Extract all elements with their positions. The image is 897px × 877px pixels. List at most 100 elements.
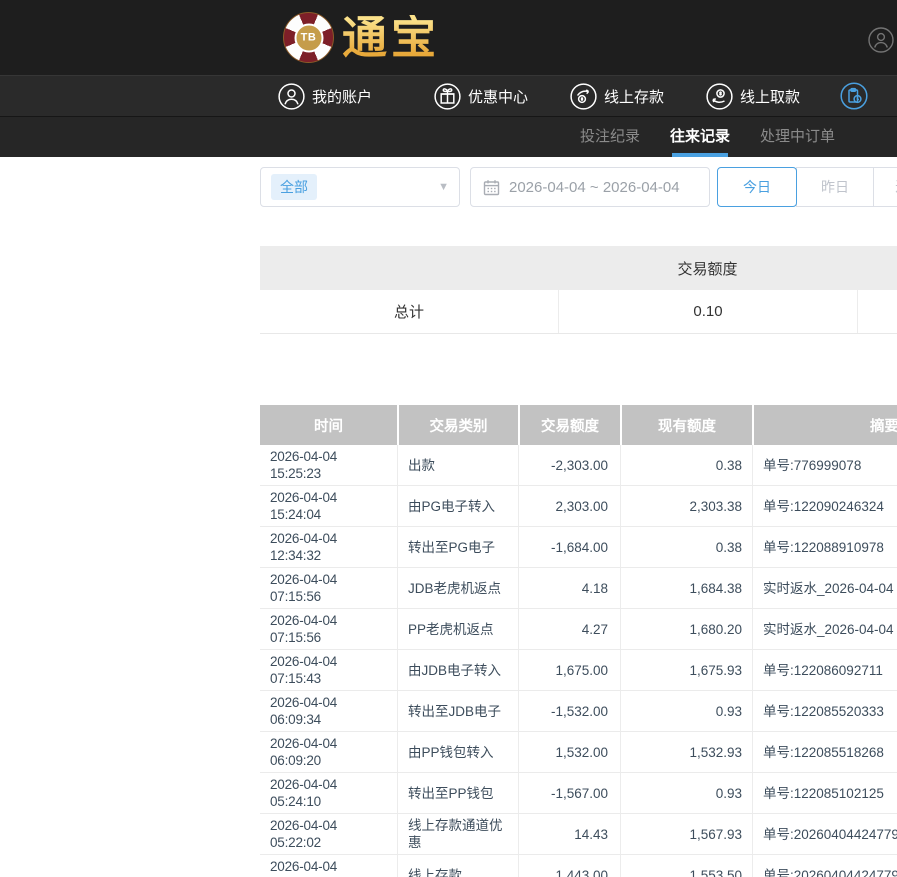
- cell-time: 2026-04-04 07:15:56: [260, 609, 397, 649]
- tab-label: 投注纪录: [580, 128, 640, 145]
- nav-item-online-deposit[interactable]: 线上存款: [570, 83, 664, 110]
- user-account-icon[interactable]: [868, 27, 894, 53]
- brand-logo[interactable]: TB 通宝: [283, 12, 440, 63]
- cell-type: PP老虎机返点: [397, 609, 518, 649]
- cell-summary: 单号:122090246324: [752, 486, 897, 526]
- cell-summary: 单号:122088910978: [752, 527, 897, 567]
- hand-coin-deposit-icon: [570, 83, 597, 110]
- cell-balance: 1,553.50: [620, 855, 752, 877]
- cell-summary: 单号:202604044247797: [752, 855, 897, 877]
- table-row: 2026-04-04 05:22:02 线上存款通道优惠 14.43 1,567…: [260, 814, 897, 855]
- cell-time: 2026-04-04 06:09:20: [260, 732, 397, 772]
- cell-amount: 1,675.00: [518, 650, 620, 690]
- cell-balance: 1,684.38: [620, 568, 752, 608]
- nav-item-my-account[interactable]: 我的账户: [278, 83, 372, 110]
- summary-total-amount: 0.10: [558, 290, 857, 333]
- cell-summary: 单号:122085518268: [752, 732, 897, 772]
- nav-item-label: 线上取款: [740, 86, 800, 107]
- cell-amount: 2,303.00: [518, 486, 620, 526]
- table-row: 2026-04-04 06:09:34 转出至JDB电子 -1,532.00 0…: [260, 691, 897, 732]
- table-header-row: 时间 交易类别 交易额度 现有额度 摘要: [260, 405, 897, 445]
- summary-total-extra: [857, 290, 897, 333]
- gift-icon: [434, 83, 461, 110]
- table-row: 2026-04-04 06:09:20 由PP钱包转入 1,532.00 1,5…: [260, 732, 897, 773]
- transactions-table: 时间 交易类别 交易额度 现有额度 摘要 2026-04-04 15:25:23…: [260, 405, 897, 877]
- summary-header-amount: 交易额度: [558, 246, 857, 290]
- cell-summary: 实时返水_2026-04-04: [752, 568, 897, 608]
- header-time: 时间: [260, 405, 397, 445]
- tab-betting-records[interactable]: 投注纪录: [580, 117, 640, 157]
- nav-item-transaction-records[interactable]: [840, 82, 868, 110]
- summary-table: 交易额度 总计 0.10: [260, 246, 897, 334]
- nav-item-promotions[interactable]: 优惠中心: [434, 83, 528, 110]
- cell-type: 出款: [397, 445, 518, 485]
- cell-type: 由PG电子转入: [397, 486, 518, 526]
- cell-balance: 1,567.93: [620, 814, 752, 854]
- cell-amount: -1,684.00: [518, 527, 620, 567]
- top-header: TB 通宝: [0, 0, 897, 75]
- header-balance: 现有额度: [620, 405, 752, 445]
- table-row: 2026-04-04 05:24:10 转出至PP钱包 -1,567.00 0.…: [260, 773, 897, 814]
- tab-pending-orders[interactable]: 处理中订单: [760, 117, 835, 157]
- table-body: 2026-04-04 15:25:23 出款 -2,303.00 0.38 单号…: [260, 445, 897, 877]
- cell-time: 2026-04-04 15:25:23: [260, 445, 397, 485]
- cell-amount: 14.43: [518, 814, 620, 854]
- cell-time: 2026-04-04 05:22:02: [260, 855, 397, 877]
- cell-summary: 单号:122085102125: [752, 773, 897, 813]
- cell-time: 2026-04-04 05:22:02: [260, 814, 397, 854]
- tab-strip: 投注纪录 往来记录 处理中订单: [580, 117, 835, 157]
- date-range-value: 2026-04-04 ~ 2026-04-04: [509, 179, 680, 196]
- tab-label: 处理中订单: [760, 128, 835, 145]
- cell-time: 2026-04-04 06:09:34: [260, 691, 397, 731]
- table-row: 2026-04-04 15:24:04 由PG电子转入 2,303.00 2,3…: [260, 486, 897, 527]
- summary-header-extra: [857, 246, 897, 290]
- nav-item-online-withdrawal[interactable]: 线上取款: [706, 83, 800, 110]
- nav-item-label: 我的账户: [312, 86, 372, 107]
- cell-time: 2026-04-04 07:15:43: [260, 650, 397, 690]
- cell-balance: 0.38: [620, 527, 752, 567]
- chevron-down-icon: ▼: [438, 181, 449, 193]
- cell-balance: 0.93: [620, 691, 752, 731]
- cell-balance: 0.93: [620, 773, 752, 813]
- clipboard-clock-icon: [840, 82, 868, 110]
- tab-transfer-records[interactable]: 往来记录: [670, 117, 730, 157]
- table-row: 2026-04-04 07:15:56 PP老虎机返点 4.27 1,680.2…: [260, 609, 897, 650]
- header-summary: 摘要: [752, 405, 897, 445]
- hand-coin-withdraw-icon: [706, 83, 733, 110]
- cell-type: JDB老虎机返点: [397, 568, 518, 608]
- summary-header-row: 交易额度: [260, 246, 897, 290]
- cell-summary: 单号:776999078: [752, 445, 897, 485]
- records-subnav: 投注纪录 往来记录 处理中订单: [0, 117, 897, 157]
- last7days-button[interactable]: 近7日: [873, 167, 897, 207]
- cell-balance: 2,303.38: [620, 486, 752, 526]
- table-row: 2026-04-04 07:15:43 由JDB电子转入 1,675.00 1,…: [260, 650, 897, 691]
- cell-type: 线上存款通道优惠: [397, 814, 518, 854]
- nav-item-label: 优惠中心: [468, 86, 528, 107]
- cell-amount: -1,532.00: [518, 691, 620, 731]
- content-area: 全部 ▼ 2026-04-04 ~ 2026-04-04 今日 昨日 近7日: [260, 157, 897, 877]
- cell-type: 由PP钱包转入: [397, 732, 518, 772]
- cell-time: 2026-04-04 15:24:04: [260, 486, 397, 526]
- table-row: 2026-04-04 12:34:32 转出至PG电子 -1,684.00 0.…: [260, 527, 897, 568]
- table-row: 2026-04-04 15:25:23 出款 -2,303.00 0.38 单号…: [260, 445, 897, 486]
- cell-summary: 单号:122085520333: [752, 691, 897, 731]
- cell-summary: 单号:122086092711: [752, 650, 897, 690]
- cell-type: 转出至PP钱包: [397, 773, 518, 813]
- nav-item-label: 线上存款: [604, 86, 664, 107]
- selected-type-chip[interactable]: 全部: [271, 174, 317, 200]
- logo-badge: TB: [294, 23, 323, 52]
- summary-header-blank: [260, 246, 558, 290]
- header-type: 交易类别: [397, 405, 518, 445]
- filter-row: 全部 ▼ 2026-04-04 ~ 2026-04-04 今日 昨日 近7日: [260, 167, 897, 207]
- main-navigation: 我的账户 优惠中心 线上存款: [0, 75, 897, 117]
- today-button[interactable]: 今日: [717, 167, 797, 207]
- cell-type: 线上存款: [397, 855, 518, 877]
- transaction-type-select[interactable]: 全部 ▼: [260, 167, 460, 207]
- date-range-input[interactable]: 2026-04-04 ~ 2026-04-04: [470, 167, 710, 207]
- tab-label: 往来记录: [670, 128, 730, 145]
- cell-amount: -1,567.00: [518, 773, 620, 813]
- cell-balance: 1,675.93: [620, 650, 752, 690]
- yesterday-button[interactable]: 昨日: [796, 167, 874, 207]
- cell-type: 转出至JDB电子: [397, 691, 518, 731]
- poker-chip-logo-icon: TB: [283, 12, 334, 63]
